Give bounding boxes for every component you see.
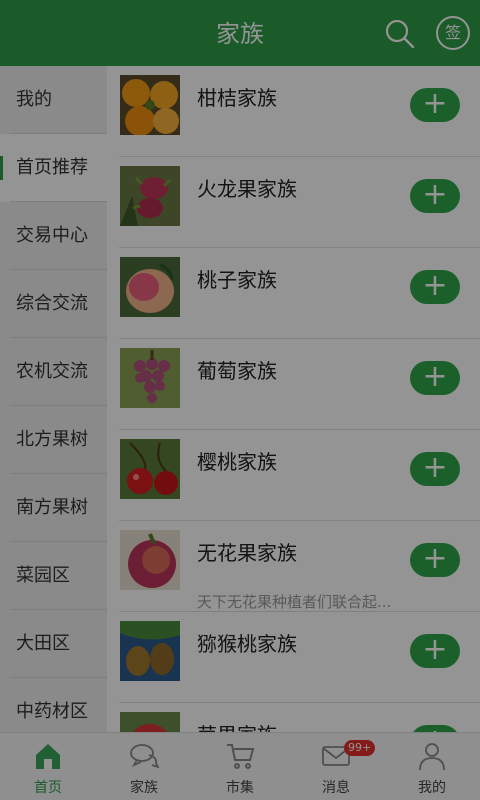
- sidebar-item[interactable]: 大田区: [0, 610, 107, 678]
- tab-cart[interactable]: 市集: [192, 733, 288, 800]
- sidebar-item[interactable]: 综合交流: [0, 270, 107, 338]
- family-description: 天下无花果种植者们联合起...: [197, 593, 392, 611]
- family-name: 猕猴桃家族: [197, 632, 297, 656]
- chat-bubbles-icon: [129, 741, 160, 771]
- sidebar-item[interactable]: 农机交流: [0, 338, 107, 406]
- family-name: 苹果家族: [197, 719, 277, 732]
- fruit-thumbnail: [120, 621, 180, 681]
- app-header: 家族 签: [0, 0, 480, 66]
- sidebar-item[interactable]: 中药材区: [0, 678, 107, 732]
- tab-mail[interactable]: 消息 99+: [288, 733, 384, 800]
- category-sidebar: 我的 首页推荐 交易中心 综合交流 农机交流 北方果树 南方果树 菜园区 大田区 中药材区: [0, 66, 107, 732]
- list-item[interactable]: 无花果家族天下无花果种植者们联合起... +: [107, 521, 480, 612]
- join-family-button[interactable]: +: [410, 543, 460, 577]
- list-item[interactable]: 葡萄家族 +: [107, 339, 480, 430]
- join-family-button[interactable]: +: [410, 179, 460, 213]
- family-name: 樱桃家族: [197, 450, 277, 474]
- home-icon: [33, 741, 63, 771]
- tab-label: 消息: [322, 780, 350, 796]
- sidebar-item[interactable]: 我的: [0, 66, 107, 134]
- list-item[interactable]: 柑桔家族 +: [107, 66, 480, 157]
- search-icon: [385, 19, 415, 49]
- sign-in-button[interactable]: 签: [436, 16, 470, 50]
- fruit-thumbnail: [120, 348, 180, 408]
- fruit-thumbnail: [120, 530, 180, 590]
- bottom-tab-bar: 首页 家族 市集 消息 99+ 我的: [0, 732, 480, 800]
- fruit-thumbnail: [120, 75, 180, 135]
- join-family-button[interactable]: +: [410, 634, 460, 668]
- tab-label: 首页: [34, 780, 62, 796]
- fruit-thumbnail: [120, 166, 180, 226]
- family-list: 柑桔家族 + 火龙果家族 + 桃子家族 + 葡萄家族 + 樱桃家族 + 无花果家族 天下无花果种植者们…: [107, 66, 480, 732]
- fruit-thumbnail: [120, 712, 180, 732]
- unread-badge: 99+: [344, 740, 376, 756]
- tab-chat-bubbles[interactable]: 家族: [96, 733, 192, 800]
- tab-home[interactable]: 首页: [0, 733, 96, 800]
- sidebar-item[interactable]: 菜园区: [0, 542, 107, 610]
- family-name: 无花果家族: [197, 541, 297, 565]
- tab-person[interactable]: 我的: [384, 733, 480, 800]
- list-item[interactable]: 火龙果家族 +: [107, 157, 480, 248]
- fruit-thumbnail: [120, 439, 180, 499]
- family-name: 火龙果家族: [197, 177, 297, 201]
- sidebar-item[interactable]: 交易中心: [0, 202, 107, 270]
- cart-icon: [225, 741, 255, 771]
- list-item[interactable]: 桃子家族 +: [107, 248, 480, 339]
- tab-label: 市集: [226, 780, 254, 796]
- family-name: 葡萄家族: [197, 359, 277, 383]
- family-name: 桃子家族: [197, 268, 277, 292]
- list-item[interactable]: 苹果家族 +: [107, 703, 480, 732]
- sidebar-item[interactable]: 南方果树: [0, 474, 107, 542]
- join-family-button[interactable]: +: [410, 270, 460, 304]
- list-item[interactable]: 樱桃家族 +: [107, 430, 480, 521]
- search-button[interactable]: [384, 18, 416, 50]
- sidebar-item[interactable]: 首页推荐: [0, 134, 107, 202]
- join-family-button[interactable]: +: [410, 725, 460, 732]
- join-family-button[interactable]: +: [410, 452, 460, 486]
- fruit-thumbnail: [120, 257, 180, 317]
- tab-label: 我的: [418, 780, 446, 796]
- tab-label: 家族: [130, 780, 158, 796]
- family-name: 柑桔家族: [197, 86, 277, 110]
- sidebar-item[interactable]: 北方果树: [0, 406, 107, 474]
- list-item[interactable]: 猕猴桃家族 +: [107, 612, 480, 703]
- join-family-button[interactable]: +: [410, 88, 460, 122]
- join-family-button[interactable]: +: [410, 361, 460, 395]
- person-icon: [417, 741, 447, 771]
